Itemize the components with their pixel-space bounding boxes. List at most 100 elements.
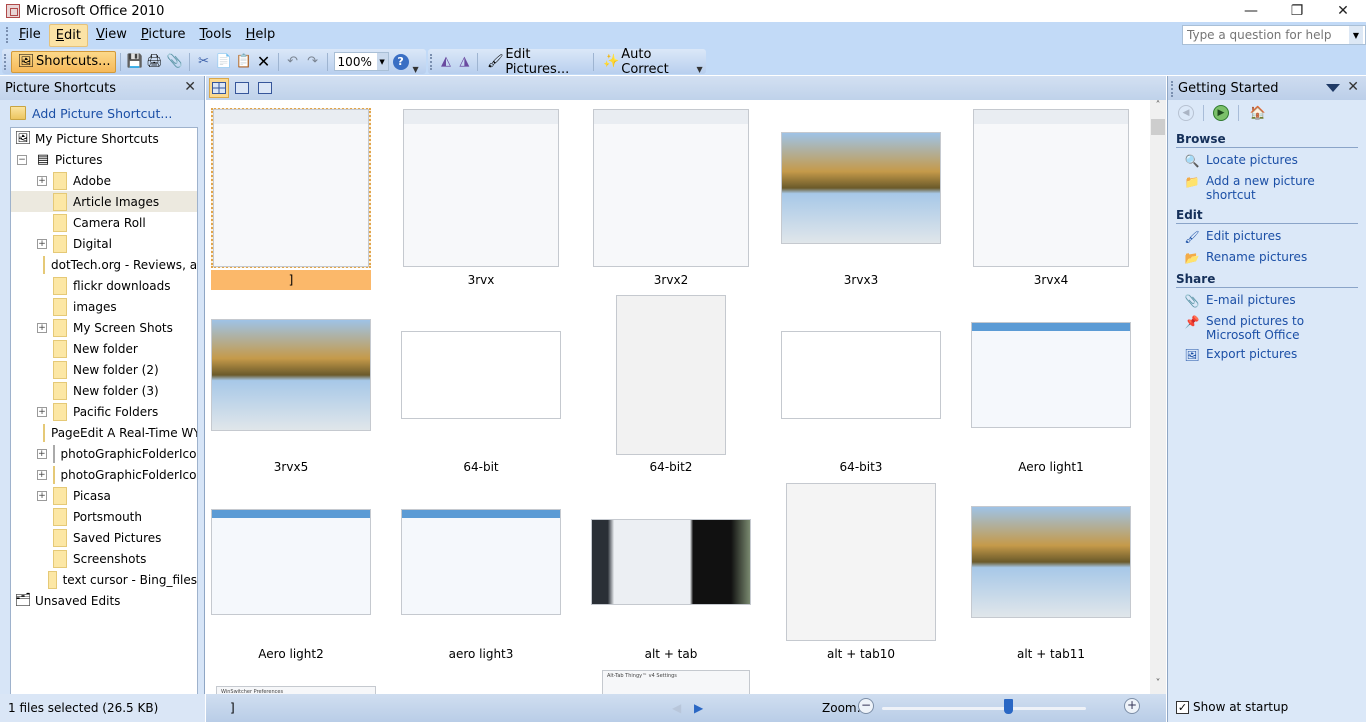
task-link[interactable]: 📌 Send pictures to Microsoft Office (1184, 314, 1358, 342)
thumbnail-item[interactable]: 3rvx (396, 104, 566, 290)
thumbnail-item[interactable]: 3rvx4 (966, 104, 1136, 290)
expand-icon[interactable]: + (37, 490, 47, 501)
cut-icon[interactable]: ✂ (196, 54, 212, 70)
copy-icon[interactable]: 📄 (215, 54, 231, 70)
tree-folder[interactable]: New folder (3) (11, 380, 197, 401)
expand-icon[interactable]: + (37, 448, 47, 459)
close-button[interactable]: ✕ (1320, 0, 1366, 22)
thumbnail-item[interactable]: 3rvx3 (776, 104, 946, 290)
task-link[interactable]: 🔍 Locate pictures (1184, 153, 1358, 169)
tree-folder[interactable]: + Adobe (11, 170, 197, 191)
filmstrip-view-button[interactable] (232, 78, 252, 98)
show-at-startup[interactable]: ✓ Show at startup (1176, 700, 1288, 714)
tree-folder[interactable]: New folder (11, 338, 197, 359)
add-picture-shortcut-link[interactable]: Add Picture Shortcut... (0, 100, 204, 126)
next-picture-icon[interactable]: ▶ (694, 701, 703, 715)
thumbnail-item[interactable]: Aero light2 (206, 478, 376, 664)
grip-handle[interactable] (4, 53, 7, 70)
zoom-in-icon[interactable]: + (1124, 698, 1140, 714)
expand-icon[interactable]: + (37, 469, 47, 480)
toolbar-options-icon[interactable]: ▼ (411, 50, 421, 74)
tree-folder[interactable]: Screenshots (11, 548, 197, 569)
undo-icon[interactable]: ↶ (285, 54, 301, 70)
tree-folder[interactable]: images (11, 296, 197, 317)
tree-root[interactable]: 🖼 My Picture Shortcuts (11, 128, 197, 149)
previous-picture-icon[interactable]: ◀ (672, 701, 681, 715)
folder-tree[interactable]: 🖼 My Picture Shortcuts − ▤ Pictures + Ado… (10, 127, 198, 722)
thumbnail-item[interactable]: Alt-Tab Thingy™ v4 Settings (602, 670, 750, 694)
chevron-down-icon[interactable]: ▼ (376, 53, 388, 70)
show-at-startup-checkbox[interactable]: ✓ (1176, 700, 1189, 714)
task-link[interactable]: 📁 Add a new picture shortcut (1184, 174, 1358, 202)
help-input[interactable] (1183, 28, 1349, 42)
back-icon[interactable]: ◀ (1178, 105, 1194, 121)
save-icon[interactable]: 💾 (126, 54, 142, 70)
tree-unsaved-edits[interactable]: 🗂 Unsaved Edits (11, 590, 197, 611)
thumbnail-item[interactable]: 64-bit (396, 291, 566, 477)
tree-folder[interactable]: + Picasa (11, 485, 197, 506)
print-icon[interactable]: 🖨 (146, 54, 163, 70)
tree-folder[interactable]: Camera Roll (11, 212, 197, 233)
zoom-slider-thumb[interactable] (1004, 699, 1014, 714)
thumbnail-item[interactable]: ] (206, 104, 376, 290)
tree-folder[interactable]: + Digital (11, 233, 197, 254)
thumbnail-item[interactable]: alt + tab11 (966, 478, 1136, 664)
home-icon[interactable]: 🏠 (1250, 105, 1266, 121)
help-icon[interactable]: ? (392, 53, 409, 70)
tree-folder[interactable]: PageEdit A Real-Time WY (11, 422, 197, 443)
thumbnails-view-button[interactable] (209, 78, 229, 98)
thumbnail-item[interactable]: aero light3 (396, 478, 566, 664)
tree-folder[interactable]: + photoGraphicFolderIcons (11, 464, 197, 485)
single-picture-view-button[interactable] (255, 78, 275, 98)
menu-view[interactable]: View (90, 24, 133, 47)
thumbnail-item[interactable]: 3rvx2 (586, 104, 756, 290)
zoom-select[interactable]: 100% ▼ (333, 52, 389, 71)
chevron-down-icon[interactable]: ▼ (1349, 26, 1363, 44)
auto-correct-button[interactable]: ✨ Auto Correct (598, 47, 695, 77)
tree-folder[interactable]: + photoGraphicFolderIcons (11, 443, 197, 464)
expand-icon[interactable]: + (37, 175, 47, 186)
expand-icon[interactable]: + (37, 238, 47, 249)
rotate-right-icon[interactable]: ◮ (457, 54, 471, 70)
thumbnail-grid[interactable]: ] 3rvx 3rvx2 3rvx3 3rvx4 3rvx5 64-bit 64-bit2 64… (206, 100, 1150, 694)
thumbnail-item[interactable]: 64-bit2 (586, 291, 756, 477)
restore-button[interactable]: ❐ (1274, 0, 1320, 22)
edit-pictures-button[interactable]: 🖌 Edit Pictures... (482, 47, 589, 77)
grip-handle[interactable] (6, 27, 9, 43)
thumbnail-item[interactable]: alt + tab (586, 478, 756, 664)
scroll-thumb[interactable] (1151, 119, 1165, 135)
paste-icon[interactable]: 📋 (235, 54, 251, 70)
tree-folder[interactable]: Portsmouth (11, 506, 197, 527)
task-link[interactable]: 🖼 Export pictures (1184, 347, 1358, 363)
task-link[interactable]: 📎 E-mail pictures (1184, 293, 1358, 309)
menu-file[interactable]: File (13, 24, 47, 47)
tree-folder[interactable]: New folder (2) (11, 359, 197, 380)
menu-tools[interactable]: Tools (194, 24, 238, 47)
tree-folder[interactable]: dotTech.org - Reviews, a (11, 254, 197, 275)
help-search[interactable]: ▼ (1182, 25, 1366, 45)
menu-picture[interactable]: Picture (135, 24, 192, 47)
grip-handle[interactable] (430, 53, 433, 70)
collapse-icon[interactable]: − (17, 154, 27, 165)
menu-edit[interactable]: Edit (48, 23, 88, 47)
tree-folder[interactable]: Article Images (11, 191, 197, 212)
close-icon[interactable]: ✕ (184, 79, 196, 95)
toolbar-options-icon[interactable]: ▼ (695, 50, 704, 74)
rotate-left-icon[interactable]: ◭ (439, 54, 453, 70)
tree-folder[interactable]: Saved Pictures (11, 527, 197, 548)
grip-handle[interactable] (1171, 81, 1174, 97)
task-pane-menu-icon[interactable] (1326, 84, 1340, 92)
forward-icon[interactable]: ▶ (1213, 105, 1229, 121)
minimize-button[interactable]: — (1228, 0, 1274, 22)
zoom-out-icon[interactable]: − (858, 698, 874, 714)
menu-help[interactable]: Help (240, 24, 282, 47)
delete-icon[interactable]: ✕ (256, 52, 272, 71)
expand-icon[interactable]: + (37, 322, 47, 333)
zoom-slider[interactable] (882, 699, 1086, 714)
email-icon[interactable]: 📎 (166, 54, 182, 70)
tree-folder[interactable]: text cursor - Bing_files (11, 569, 197, 590)
tree-folder[interactable]: flickr downloads (11, 275, 197, 296)
thumbnail-item[interactable]: alt + tab10 (776, 478, 946, 664)
thumbnail-item[interactable]: 64-bit3 (776, 291, 946, 477)
redo-icon[interactable]: ↷ (305, 54, 321, 70)
